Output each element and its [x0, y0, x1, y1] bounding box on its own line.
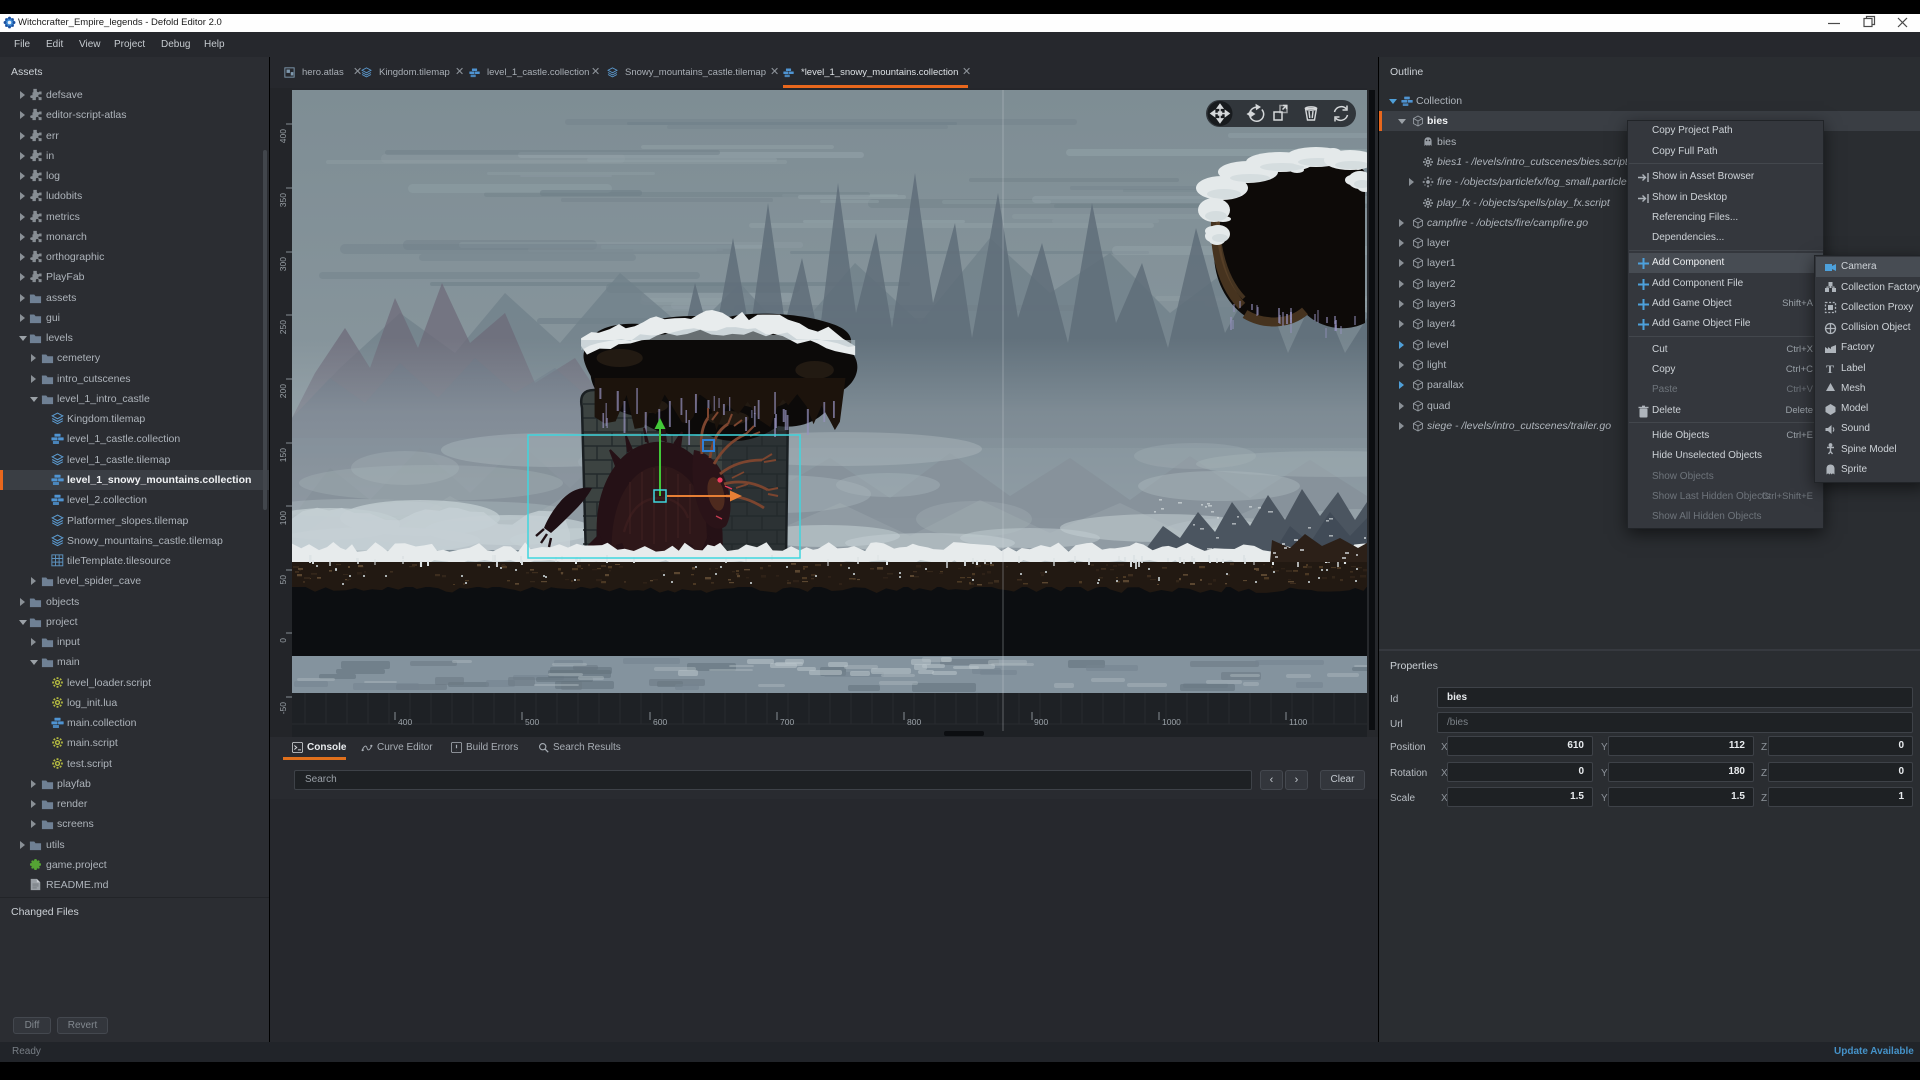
svg-text:1100: 1100	[1289, 717, 1308, 727]
svg-text:T: T	[1826, 362, 1834, 375]
svg-text:400: 400	[398, 717, 412, 727]
svg-text:900: 900	[1034, 717, 1048, 727]
svg-text:400: 400	[278, 129, 288, 143]
svg-text:0: 0	[278, 638, 288, 643]
svg-text:100: 100	[278, 511, 288, 525]
svg-text:50: 50	[278, 575, 288, 585]
svg-text:-50: -50	[278, 702, 288, 715]
svg-text:250: 250	[278, 320, 288, 334]
svg-text:350: 350	[278, 193, 288, 207]
svg-text:800: 800	[907, 717, 921, 727]
svg-text:300: 300	[278, 257, 288, 271]
svg-text:500: 500	[525, 717, 539, 727]
svg-text:600: 600	[653, 717, 667, 727]
svg-text:1000: 1000	[1162, 717, 1181, 727]
svg-text:200: 200	[278, 384, 288, 398]
svg-text:700: 700	[780, 717, 794, 727]
svg-text:150: 150	[278, 448, 288, 462]
